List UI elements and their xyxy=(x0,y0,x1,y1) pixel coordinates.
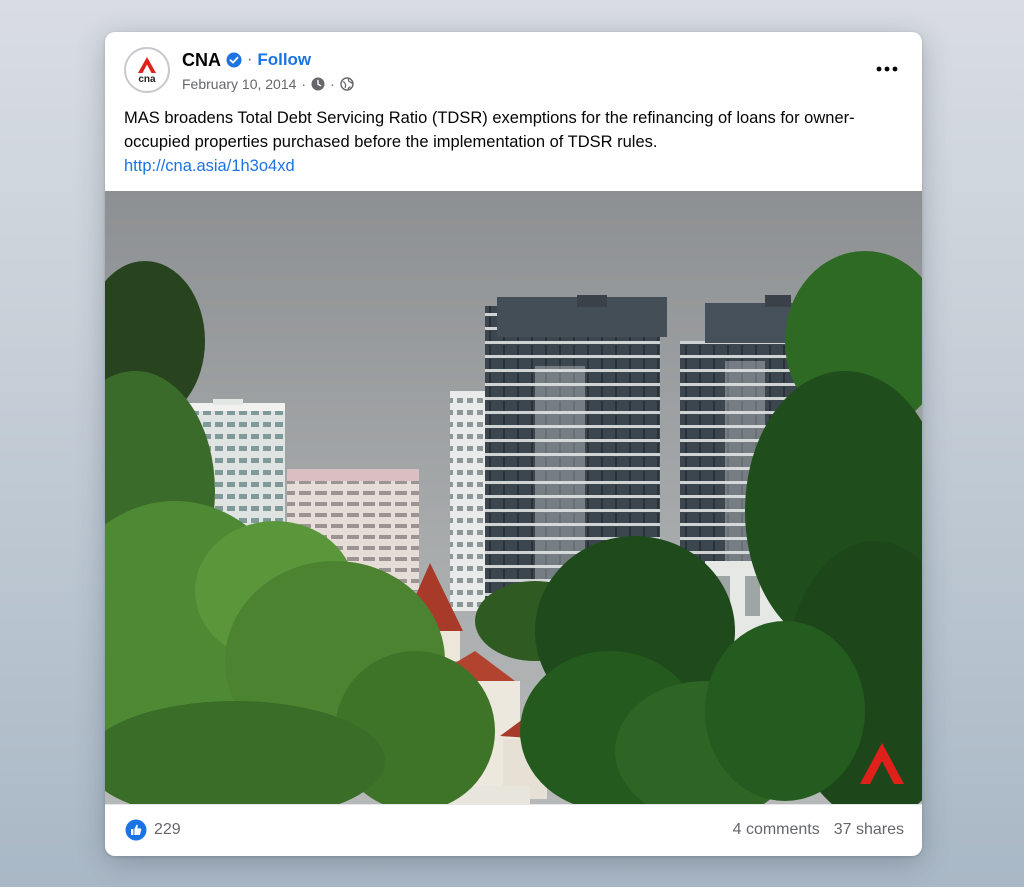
follow-button[interactable]: Follow xyxy=(257,50,311,70)
post-meta: February 10, 2014 · · xyxy=(182,74,354,94)
article-link[interactable]: http://cna.asia/1h3o4xd xyxy=(124,154,904,178)
clock-icon xyxy=(311,77,325,91)
post-header: cna CNA · Follow February 10, 2014 · · xyxy=(105,32,922,102)
more-options-icon xyxy=(876,66,898,72)
separator-dot: · xyxy=(247,51,253,68)
separator-dot: · xyxy=(330,76,335,92)
post-photo[interactable] xyxy=(105,191,922,804)
globe-icon[interactable] xyxy=(340,77,354,91)
engagement-counts: 4 comments 37 shares xyxy=(733,821,904,839)
page-name[interactable]: CNA xyxy=(182,50,221,71)
reaction-count: 229 xyxy=(154,821,181,838)
comments-count[interactable]: 4 comments xyxy=(733,821,820,839)
page-name-line: CNA · Follow xyxy=(182,49,311,71)
city-skyline-photo xyxy=(105,191,922,804)
caption-text: MAS broadens Total Debt Servicing Ratio … xyxy=(124,109,855,151)
separator-dot: · xyxy=(301,76,307,92)
post-footer: 229 4 comments 37 shares xyxy=(105,804,922,856)
shares-count[interactable]: 37 shares xyxy=(834,821,904,839)
svg-text:cna: cna xyxy=(138,74,156,85)
cna-logo-icon: cna xyxy=(138,57,156,85)
like-icon xyxy=(125,819,147,841)
post-caption: MAS broadens Total Debt Servicing Ratio … xyxy=(124,106,904,178)
reactions-summary[interactable]: 229 xyxy=(125,819,181,841)
verified-badge-icon xyxy=(226,52,242,68)
more-options-button[interactable] xyxy=(870,56,904,82)
post-date[interactable]: February 10, 2014 xyxy=(182,76,296,92)
post-card: cna CNA · Follow February 10, 2014 · · M… xyxy=(105,32,922,856)
page-avatar[interactable]: cna xyxy=(124,47,170,93)
